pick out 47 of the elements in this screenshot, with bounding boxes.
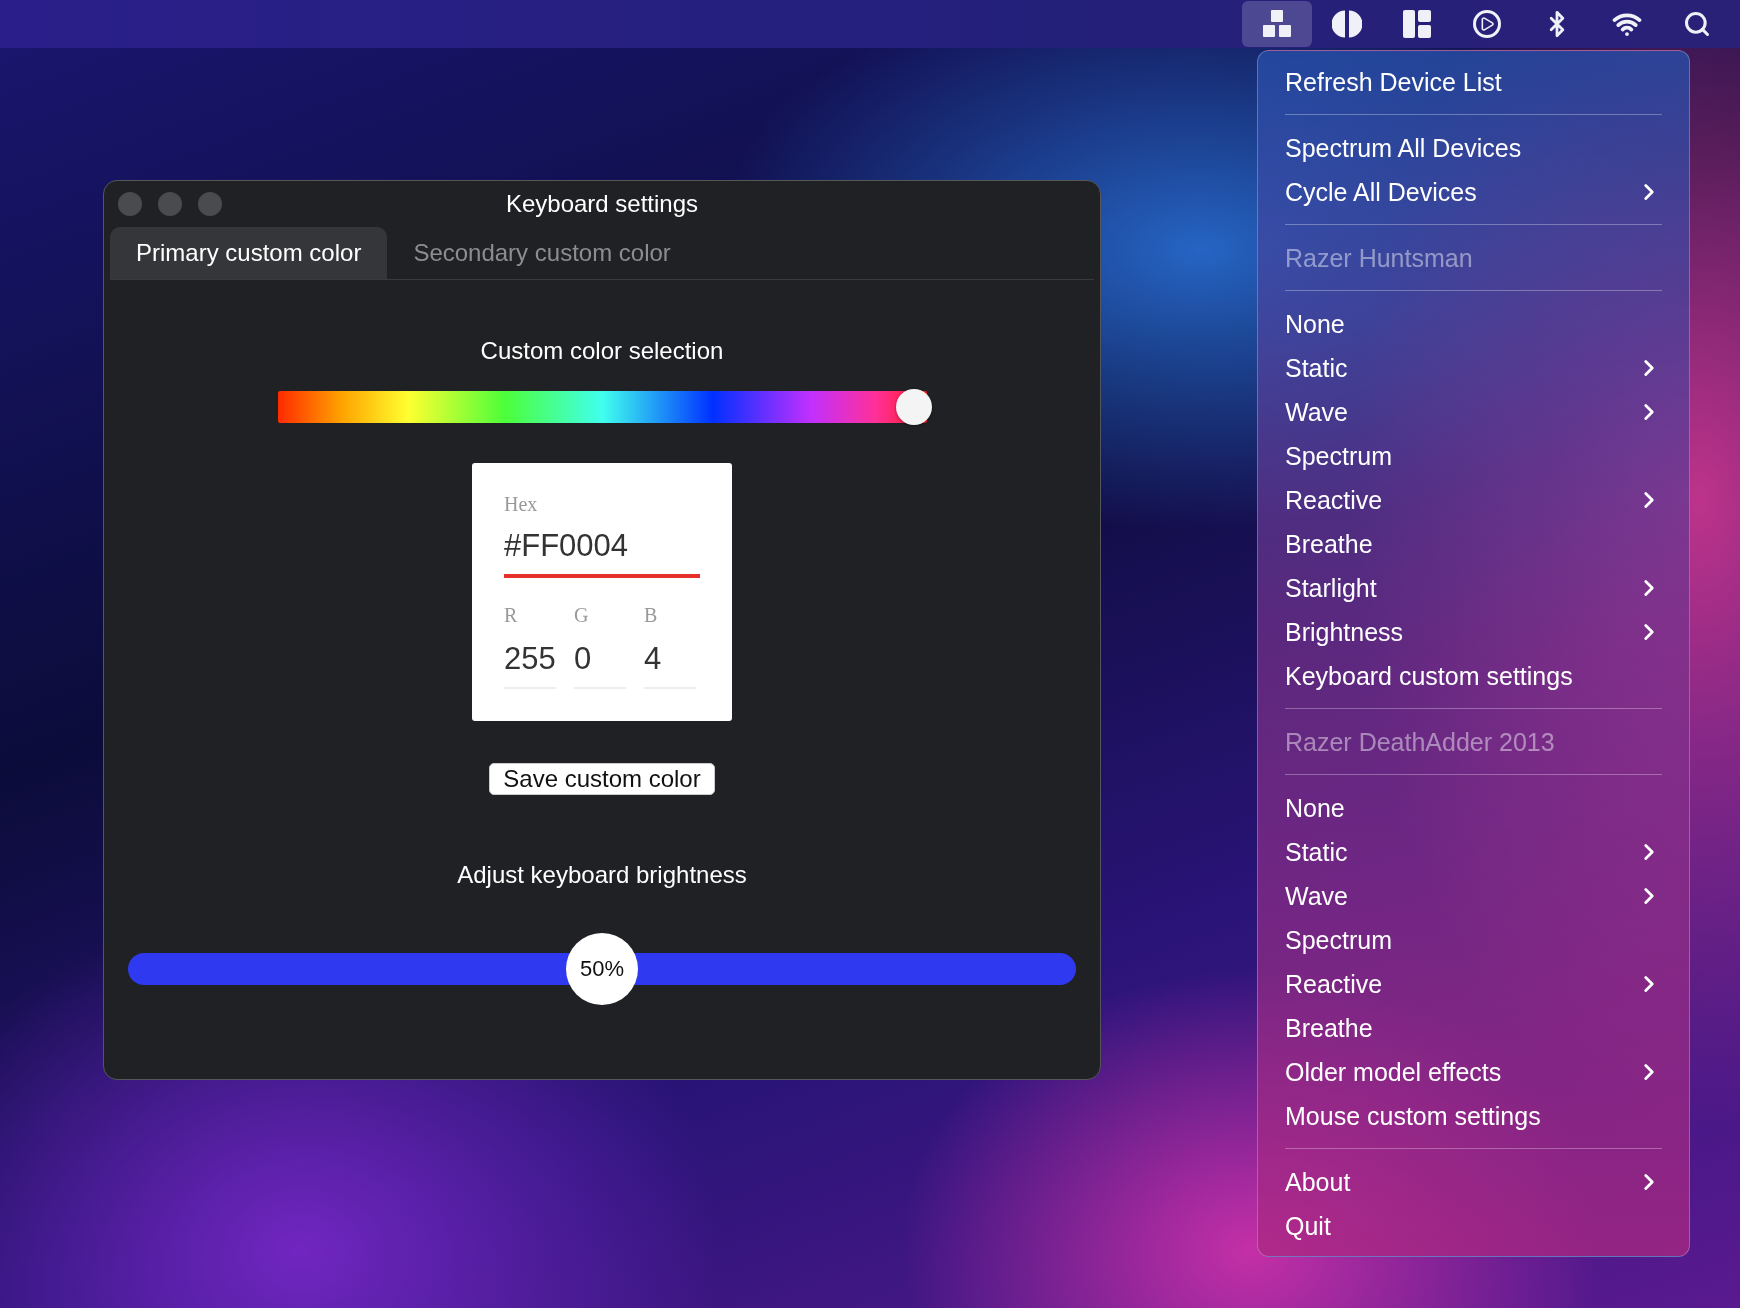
menu-item[interactable]: Cycle All Devices — [1285, 177, 1477, 207]
search-icon — [1683, 10, 1711, 38]
menu-section-header: Razer DeathAdder 2013 — [1285, 727, 1555, 757]
contrast-icon — [1332, 9, 1362, 39]
tab[interactable]: Primary custom color — [110, 227, 388, 279]
section-title: Adjust keyboard brightness — [457, 861, 747, 889]
channel-input-field[interactable]: 0 — [574, 641, 626, 689]
menu-item[interactable]: Static — [1285, 353, 1348, 383]
hex-input-field[interactable]: #FF0004 — [504, 528, 700, 578]
menu-item[interactable]: Wave — [1285, 881, 1348, 911]
tab[interactable]: Secondary custom color — [387, 227, 697, 279]
menu-item[interactable]: Refresh Device List — [1285, 67, 1502, 97]
menu-item[interactable]: None — [1285, 309, 1345, 339]
menu-item[interactable]: Reactive — [1285, 969, 1383, 999]
menu-item[interactable]: Wave — [1285, 397, 1348, 427]
menu-item[interactable]: Quit — [1285, 1211, 1331, 1241]
menu-item[interactable]: About — [1285, 1167, 1351, 1197]
field-label: Hex — [504, 493, 539, 516]
menu-item[interactable]: Older model effects — [1285, 1057, 1502, 1087]
menu-bar-item[interactable] — [1242, 1, 1312, 47]
layout-icon — [1402, 9, 1432, 39]
menu-item[interactable]: Static — [1285, 837, 1348, 867]
channel-input-field[interactable]: 4 — [644, 641, 696, 689]
section-title: Custom color selection — [480, 337, 724, 365]
brightness-slider[interactable]: 50% — [128, 933, 1076, 1005]
menu-item[interactable]: Breathe — [1285, 1013, 1373, 1043]
menu-item[interactable]: Starlight — [1285, 573, 1377, 603]
channel-input-field[interactable]: 255 — [504, 641, 556, 689]
menu-item[interactable]: Brightness — [1285, 617, 1404, 647]
blocks-icon — [1262, 9, 1292, 39]
field-label: R — [504, 604, 519, 627]
slider-thumb[interactable] — [895, 389, 932, 425]
save-button[interactable]: Save custom color — [489, 763, 715, 795]
menu-item[interactable]: Mouse custom settings — [1285, 1101, 1541, 1131]
window-title: Keyboard settings — [505, 190, 699, 218]
menu-item[interactable]: Spectrum — [1285, 925, 1392, 955]
play-icon — [1473, 10, 1501, 38]
menu-item[interactable]: Spectrum — [1285, 441, 1392, 471]
menu-item[interactable]: Keyboard custom settings — [1285, 661, 1573, 691]
menu-item[interactable]: Reactive — [1285, 485, 1383, 515]
field-label: B — [644, 604, 659, 627]
menu-item[interactable]: Spectrum All Devices — [1285, 133, 1522, 163]
menu-section-header: Razer Huntsman — [1285, 243, 1473, 273]
menu-item[interactable]: None — [1285, 793, 1345, 823]
field-label: G — [574, 604, 590, 627]
slider-thumb[interactable]: 50% — [566, 933, 638, 1005]
menu-item[interactable]: Breathe — [1285, 529, 1373, 559]
